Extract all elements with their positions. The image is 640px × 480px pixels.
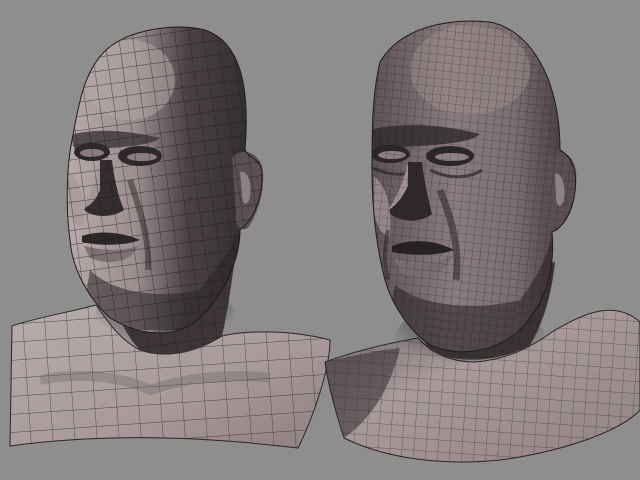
viewport-3d [0, 0, 640, 480]
